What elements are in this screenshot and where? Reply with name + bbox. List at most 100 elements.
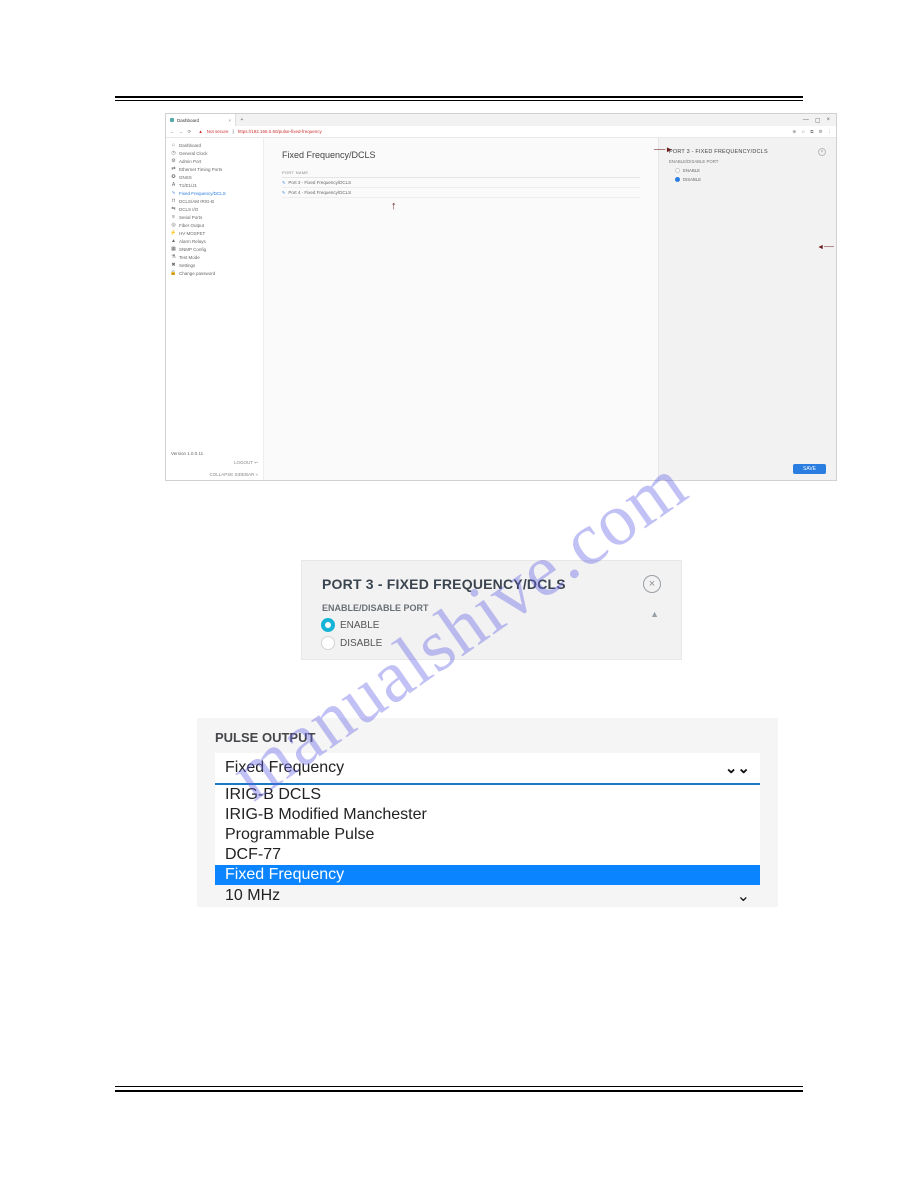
profile-icon[interactable]: ⚙ (818, 129, 822, 135)
disable-option[interactable]: DISABLE (322, 637, 661, 649)
top-rule (115, 96, 803, 98)
collapse-sidebar-button[interactable]: COLLAPSE SIDEBAR « (166, 469, 263, 480)
window-max-button[interactable]: ▢ (815, 117, 821, 124)
annotation-arrow-panel: ──► (654, 145, 673, 154)
panel-footer: SAVE (669, 464, 826, 474)
tab-close-icon[interactable]: × (228, 118, 231, 123)
bottom-rule (115, 1086, 803, 1087)
extensions-icon[interactable]: ⧉ (810, 129, 813, 135)
sidebar-item-dcls-io[interactable]: ⇆DCLS I/O (166, 205, 263, 213)
dropdown-option[interactable]: IRIG-B Modified Manchester (215, 805, 760, 825)
window-close-button[interactable]: × (826, 117, 830, 124)
enable-option[interactable]: ENABLE (322, 619, 661, 631)
main-content: Fixed Frequency/DCLS PORT NAME ✎ Port 3 … (264, 138, 658, 480)
lock-icon: 🔒 (171, 271, 176, 276)
port-row[interactable]: ✎ Port 3 - Fixed Frequency/DCLS (282, 178, 640, 188)
close-button[interactable]: × (818, 148, 826, 156)
bottom-rule-2 (115, 1090, 803, 1092)
sidebar-item-serial[interactable]: ≡Serial Ports (166, 213, 263, 221)
dropdown-option-selected[interactable]: Fixed Frequency (215, 865, 760, 885)
sidebar-item-fiber[interactable]: ◎Fiber Output (166, 221, 263, 229)
letter-icon: A (171, 183, 176, 188)
sidebar-item-test-mode[interactable]: ⚗Test Mode (166, 253, 263, 261)
browser-tab[interactable]: Dashboard × (166, 114, 236, 126)
url-field[interactable]: https://192.168.0.60/pulse-fixed-frequen… (238, 129, 322, 134)
dropdown-option[interactable]: DCF-77 (215, 845, 760, 865)
close-button[interactable]: × (643, 575, 661, 593)
radio-icon (675, 168, 680, 173)
annotation-arrow-sidebar: ◄── (817, 244, 834, 251)
panel-title: PORT 3 - FIXED FREQUENCY/DCLS (322, 576, 566, 592)
back-button[interactable]: ← (170, 129, 175, 134)
enable-label: ENABLE (340, 620, 379, 631)
new-tab-button[interactable]: + (236, 117, 248, 123)
page-title: Fixed Frequency/DCLS (282, 150, 640, 160)
right-panel: PORT 3 - FIXED FREQUENCY/DCLS × ENABLE/D… (658, 138, 836, 480)
sidebar-item-label: Test Mode (179, 255, 200, 260)
dropdown-option[interactable]: Programmable Pulse (215, 825, 760, 845)
star-icon[interactable]: ☆ (801, 129, 805, 135)
edit-icon[interactable]: ✎ (282, 190, 285, 195)
sidebar-item-fixed-freq[interactable]: ∿Fixed Frequency/DCLS (166, 189, 263, 197)
sidebar-item-label: DCLS I/O (179, 207, 198, 212)
sidebar-item-label: Fiber Output (179, 223, 204, 228)
list-icon: ≡ (171, 215, 176, 220)
dropdown-option[interactable]: IRIG-B DCLS (215, 785, 760, 805)
sidebar-item-general-clock[interactable]: ◷General Clock (166, 149, 263, 157)
sidebar-item-hvmosfet[interactable]: ⚡HV MOSFET (166, 229, 263, 237)
lab-icon: ⚗ (171, 255, 176, 260)
bell-icon: ▲ (171, 239, 176, 244)
search-icon[interactable]: ⊕ (792, 129, 796, 135)
port-name: Port 3 - Fixed Frequency/DCLS (288, 180, 351, 185)
sidebar-item-label: Serial Ports (179, 215, 202, 220)
save-button[interactable]: SAVE (793, 464, 826, 474)
sidebar-item-settings[interactable]: ✖Settings (166, 261, 263, 269)
satellite-icon: ✪ (171, 175, 176, 180)
cutoff-row: 10 MHz ⌄ (215, 885, 760, 907)
radio-icon (675, 177, 680, 182)
browser-window: Dashboard × + — ▢ × ← → ⟳ ▲ Not secure |… (165, 113, 837, 481)
annotation-arrow-ports: ↑ (391, 200, 397, 212)
sidebar: ⌂Dashboard ◷General Clock ⚙Admin Port ⇄E… (166, 138, 264, 480)
sidebar-item-label: SNMP Config (179, 247, 206, 252)
sidebar-item-admin-port[interactable]: ⚙Admin Port (166, 157, 263, 165)
port-row[interactable]: ✎ Port 4 - Fixed Frequency/DCLS (282, 188, 640, 198)
sidebar-item-gnss[interactable]: ✪GNSS (166, 173, 263, 181)
network-icon: ⇄ (171, 167, 176, 172)
version-label: Version 1.0.0.11 (166, 449, 263, 457)
logout-label: LOGOUT (234, 460, 253, 465)
sidebar-item-dcls-am[interactable]: ⊓DCLS/AM IRIG-B (166, 197, 263, 205)
chevron-down-icon: ⌄⌄ (725, 759, 750, 777)
disable-option[interactable]: DISABLE (675, 177, 826, 182)
security-warning-icon[interactable]: ▲ (198, 129, 202, 134)
reload-button[interactable]: ⟳ (188, 129, 192, 134)
radio-icon (322, 637, 334, 649)
wave-icon: ∿ (171, 191, 176, 196)
fiber-icon: ◎ (171, 223, 176, 228)
browser-actions: ⊕ ☆ ⧉ ⚙ ⋮ (792, 129, 832, 135)
tab-title: Dashboard (177, 118, 199, 123)
enable-option[interactable]: ENABLE (675, 168, 826, 173)
menu-icon[interactable]: ⋮ (828, 129, 833, 135)
panel-section-label: ENABLE/DISABLE PORT (322, 603, 661, 613)
forward-button[interactable]: → (179, 129, 184, 134)
edit-icon[interactable]: ✎ (282, 180, 285, 185)
sidebar-item-alarm-relays[interactable]: ▲Alarm Relays (166, 237, 263, 245)
window-controls: — ▢ × (803, 117, 836, 124)
collapse-caret-icon[interactable]: ▲ (650, 609, 659, 619)
pulse-output-select[interactable]: Fixed Frequency ⌄⌄ (215, 753, 760, 785)
sidebar-item-change-password[interactable]: 🔒Change password (166, 269, 263, 277)
logout-button[interactable]: LOGOUT ↩ (166, 457, 263, 469)
sidebar-item-ethernet[interactable]: ⇄Ethernet Timing Ports (166, 165, 263, 173)
sidebar-item-label: Dashboard (179, 143, 201, 148)
enable-disable-panel-zoom: PORT 3 - FIXED FREQUENCY/DCLS × ENABLE/D… (302, 561, 681, 659)
panel-header: PORT 3 - FIXED FREQUENCY/DCLS × (322, 575, 661, 593)
sidebar-item-dashboard[interactable]: ⌂Dashboard (166, 141, 263, 149)
panel-section-label: ENABLE/DISABLE PORT (669, 159, 826, 164)
sidebar-item-t1e1j1[interactable]: AT1/E1/J1 (166, 181, 263, 189)
panel-header: PORT 3 - FIXED FREQUENCY/DCLS × (669, 148, 826, 156)
sidebar-item-label: Alarm Relays (179, 239, 206, 244)
nav-buttons: ← → ⟳ (170, 129, 194, 135)
window-min-button[interactable]: — (803, 117, 809, 124)
sidebar-item-snmp[interactable]: ▦SNMP Config (166, 245, 263, 253)
